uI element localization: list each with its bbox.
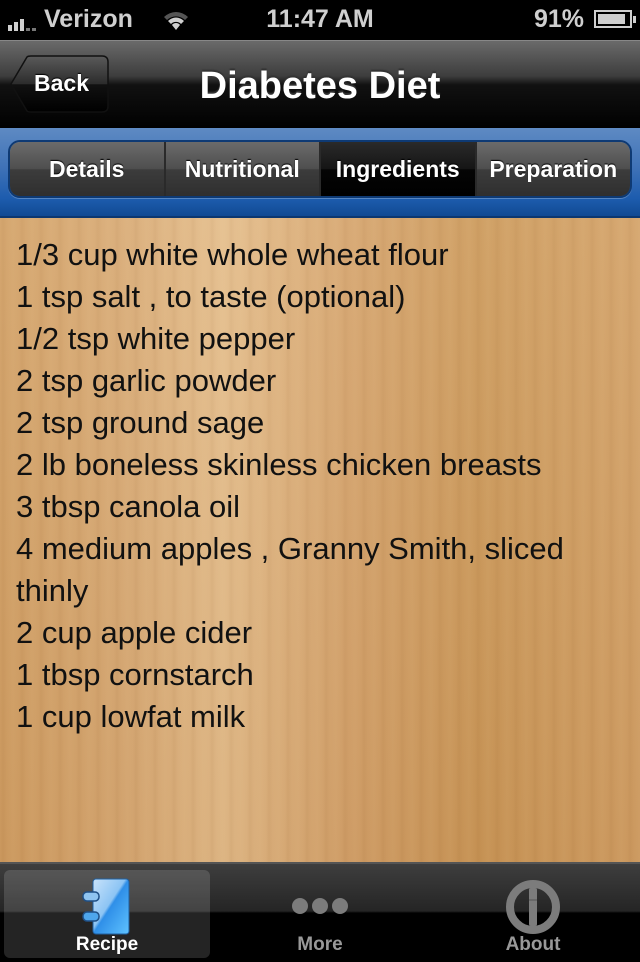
segment-ingredients[interactable]: Ingredients — [321, 142, 477, 196]
segment-preparation[interactable]: Preparation — [476, 142, 630, 196]
ingredient-item: 1 cup lowfat milk — [16, 699, 246, 734]
segment-nutritional[interactable]: Nutritional — [165, 142, 321, 196]
segment-details[interactable]: Details — [10, 142, 166, 196]
tab-label: Recipe — [75, 934, 139, 955]
battery-percent: 91% — [533, 5, 584, 33]
status-bar: Verizon 11:47 AM 91% — [0, 0, 640, 40]
ingredient-item: 4 medium apples , Granny Smith, sliced t… — [16, 531, 564, 608]
ingredient-item: 1/2 tsp white pepper — [16, 321, 296, 356]
info-icon — [506, 880, 560, 934]
navigation-bar: Back Diabetes Diet — [0, 40, 640, 129]
more-dots-icon — [292, 898, 348, 914]
tab-more[interactable]: More — [217, 870, 423, 958]
ingredient-item: 3 tbsp canola oil — [16, 489, 241, 524]
ingredient-item: 2 lb boneless skinless chicken breasts — [16, 447, 542, 482]
ingredients-panel: 1/3 cup white whole wheat flour 1 tsp sa… — [0, 218, 640, 862]
segmented-control: Details Nutritional Ingredients Preparat… — [8, 140, 632, 198]
tab-label: About — [505, 934, 561, 955]
ingredients-list: 1/3 cup white whole wheat flour 1 tsp sa… — [16, 234, 628, 738]
ingredient-item: 2 tsp ground sage — [16, 405, 265, 440]
tab-about[interactable]: About — [430, 870, 636, 958]
segment-bar: Details Nutritional Ingredients Preparat… — [0, 128, 640, 218]
ingredient-item: 1 tbsp cornstarch — [16, 657, 254, 692]
tab-bar: Recipe More About — [0, 862, 640, 962]
tab-label: More — [297, 934, 343, 955]
ingredient-item: 2 tsp garlic powder — [16, 363, 277, 398]
ingredient-item: 2 cup apple cider — [16, 615, 253, 650]
page-title: Diabetes Diet — [199, 65, 441, 107]
ingredient-item: 1 tsp salt , to taste (optional) — [16, 279, 406, 314]
battery-icon — [594, 10, 636, 28]
ingredient-item: 1/3 cup white whole wheat flour — [16, 237, 449, 272]
tab-recipe[interactable]: Recipe — [4, 870, 210, 958]
recipe-book-icon — [82, 878, 130, 935]
